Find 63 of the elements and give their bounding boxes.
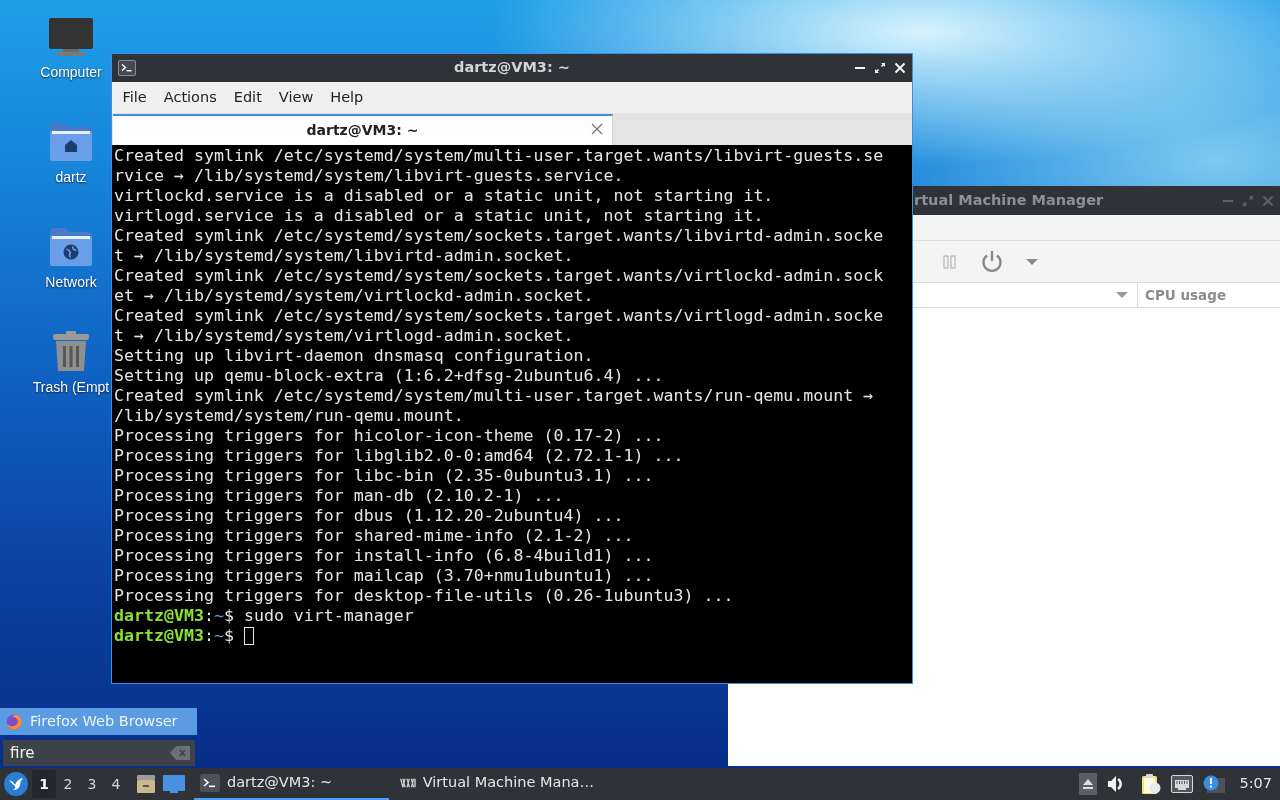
striped-logo-icon xyxy=(400,777,416,789)
terminal-line: t → /lib/systemd/system/virtlogd-admin.socket. xyxy=(114,326,575,346)
terminal-line: Processing triggers for install-info (6.8-4build1) ... xyxy=(114,546,655,566)
terminal-command-line: dartz@VM3:~$ sudo virt-manager xyxy=(114,606,414,626)
network-port-icon[interactable] xyxy=(1171,775,1194,793)
trash-icon[interactable] xyxy=(52,331,90,371)
taskbar-task-button[interactable]: dartz@VM3: ~ xyxy=(194,768,389,800)
terminal-line: t → /lib/systemd/system/libvirtd-admin.socket. xyxy=(114,246,575,266)
drawer-icon[interactable] xyxy=(136,774,156,794)
desktop-switch-button[interactable]: 4 xyxy=(104,770,128,798)
terminal-tab[interactable]: dartz@VM3: ~ xyxy=(113,114,613,145)
speaker-icon[interactable] xyxy=(1107,775,1124,793)
terminal-line: Created symlink /etc/systemd/system/sockets.target.wants/libvirtd-admin.socke xyxy=(114,226,885,246)
terminal-icon xyxy=(200,774,220,792)
caret-icon[interactable] xyxy=(1026,257,1038,266)
menu-item[interactable]: View xyxy=(270,84,322,111)
terminal-command-line: dartz@VM3:~$ xyxy=(114,626,234,646)
terminal-icon[interactable] xyxy=(118,60,136,76)
terminal-line: Created symlink /etc/systemd/system/sockets.target.wants/virtlockd-admin.sock xyxy=(114,266,885,286)
globe-folder-icon[interactable] xyxy=(50,228,92,266)
terminal-line: Processing triggers for libc-bin (2.35-0ubuntu3.1) ... xyxy=(114,466,655,486)
caret-icon[interactable] xyxy=(1116,291,1128,299)
terminal-line: rvice → /lib/systemd/system/libvirt-guests.service. xyxy=(114,166,625,186)
alert-icon[interactable] xyxy=(1203,775,1226,793)
desktop-icon-label[interactable]: Network xyxy=(45,274,97,290)
window-title: dartz@VM3: ~ xyxy=(454,59,570,76)
desktop-switch-button[interactable]: 1 xyxy=(32,770,56,798)
terminal-line: Processing triggers for libglib2.0-0:amd64 (2.72.1-1) ... xyxy=(114,446,685,466)
desktop-icon-label[interactable]: dartz xyxy=(55,169,87,185)
terminal-line: Created symlink /etc/systemd/system/sockets.target.wants/virtlogd-admin.socke xyxy=(114,306,885,326)
search-field[interactable]: fire xyxy=(3,740,195,766)
terminal-line: Processing triggers for hicolor-icon-theme (0.17-2) ... xyxy=(114,426,665,446)
terminal-line: Processing triggers for dbus (1.12.20-2ubuntu4) ... xyxy=(114,506,625,526)
home-folder-icon[interactable] xyxy=(50,123,92,161)
menu-item[interactable]: Edit xyxy=(225,84,271,111)
terminal-line: virtlockd.service is a disabled or a static unit, not starting it. xyxy=(114,186,775,206)
monitor-icon[interactable] xyxy=(49,18,93,56)
terminal-line: Setting up libvirt-daemon dnsmasq configuration. xyxy=(114,346,595,366)
menu-item[interactable]: File xyxy=(114,84,156,111)
clock: 5:07 xyxy=(1239,774,1272,794)
terminal-line: Created symlink /etc/systemd/system/multi-user.target.wants/run-qemu.mount → xyxy=(114,386,875,406)
menu-item[interactable]: Help xyxy=(321,84,372,111)
terminal-line: Processing triggers for man-db (2.10.2-1) ... xyxy=(114,486,565,506)
screen-icon[interactable] xyxy=(163,775,185,793)
bird-logo-icon[interactable] xyxy=(4,772,28,796)
taskbar-task-button[interactable]: Virtual Machine Mana… xyxy=(394,768,594,800)
terminal-line: Processing triggers for desktop-file-utils (0.26-1ubuntu3) ... xyxy=(114,586,735,606)
window-title: rtual Machine Manager xyxy=(914,190,1104,210)
clipboard-icon[interactable] xyxy=(1141,773,1162,795)
terminal-line: Setting up qemu-block-extra (1:6.2+dfsg-2ubuntu6.4) ... xyxy=(114,366,665,386)
terminal-line: virtlogd.service is a disabled or a static unit, not starting it. xyxy=(114,206,765,226)
terminal-line: /lib/systemd/system/run-qemu.mount. xyxy=(114,406,465,426)
menu-item[interactable]: Actions xyxy=(155,84,226,111)
desktop-icon-label[interactable]: Trash (Empt xyxy=(32,379,110,395)
terminal-line: Processing triggers for shared-mime-info (2.1-2) ... xyxy=(114,526,635,546)
terminal-line: Created symlink /etc/systemd/system/multi-user.target.wants/libvirt-guests.se xyxy=(114,146,885,166)
power-icon[interactable] xyxy=(980,249,1004,274)
terminal-line: Processing triggers for mailcap (3.70+nmu1ubuntu1) ... xyxy=(114,566,655,586)
terminal-line: et → /lib/systemd/system/virtlockd-admin.socket. xyxy=(114,286,595,306)
desktop-switch-button[interactable]: 3 xyxy=(80,770,104,798)
logo-icon xyxy=(6,713,22,730)
desktop-switch-button[interactable]: 2 xyxy=(56,770,80,798)
eject-icon[interactable] xyxy=(1079,773,1098,795)
